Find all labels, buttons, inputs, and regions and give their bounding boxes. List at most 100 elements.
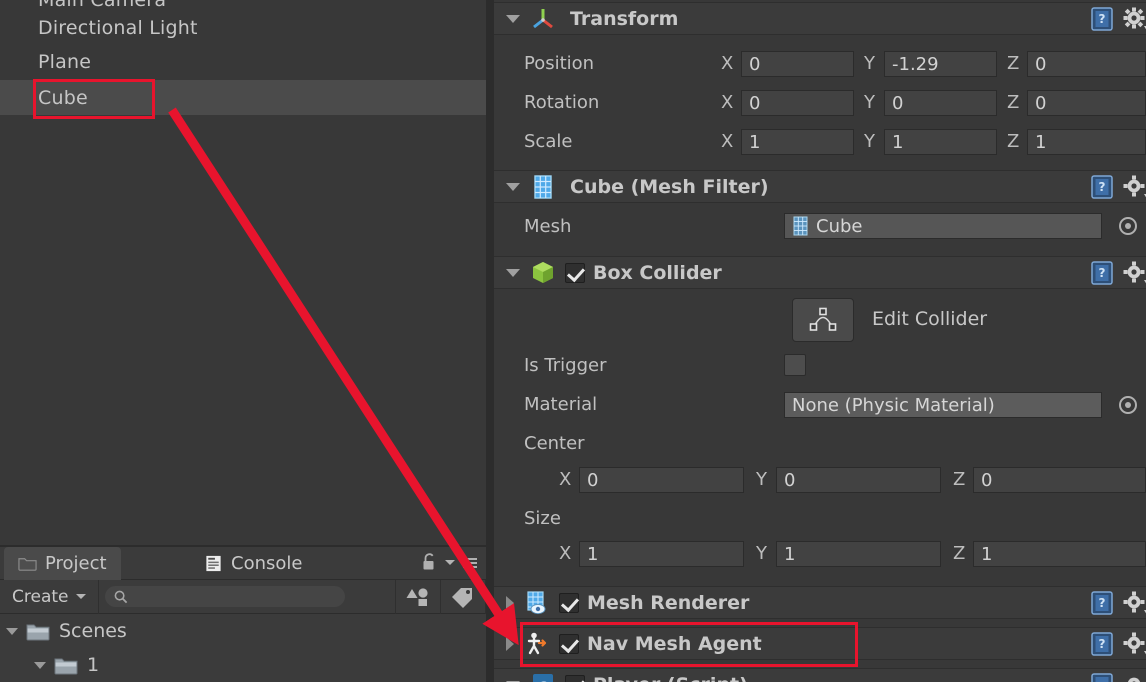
gear-icon[interactable] <box>1122 6 1146 32</box>
size-y-field[interactable]: 1 <box>776 541 941 567</box>
filter-by-label-button[interactable] <box>441 580 485 614</box>
axis-label-y: Y <box>864 131 875 152</box>
component-title: Box Collider <box>593 261 722 284</box>
svg-text:?: ? <box>1099 596 1106 610</box>
gear-icon[interactable] <box>1122 631 1146 657</box>
axis-label-y: Y <box>756 543 767 564</box>
hierarchy-item-directional-light[interactable]: Directional Light <box>0 10 486 45</box>
tab-console[interactable]: Console <box>190 547 316 580</box>
position-x-field[interactable]: 0 <box>741 51 854 77</box>
project-tree-item-1[interactable]: 1 <box>0 648 486 682</box>
axis-label-z: Z <box>1007 53 1020 74</box>
project-tab-bar: Project Console <box>0 547 486 580</box>
transform-scale-label: Scale <box>524 131 573 152</box>
search-input[interactable] <box>104 586 345 607</box>
mesh-filter-icon <box>793 216 808 236</box>
project-tree-item-scenes[interactable]: Scenes <box>0 614 486 648</box>
component-title: Transform <box>570 7 679 30</box>
component-header-mesh-renderer[interactable]: Mesh Renderer ? <box>494 586 1146 619</box>
component-header-transform[interactable]: Transform ? <box>494 2 1146 35</box>
center-y-field[interactable]: 0 <box>776 467 941 493</box>
help-book-icon[interactable]: ? <box>1090 260 1116 286</box>
svg-text:?: ? <box>1099 12 1106 26</box>
position-y-field[interactable]: -1.29 <box>884 51 997 77</box>
create-button[interactable]: Create <box>0 579 99 614</box>
edit-collider-label: Edit Collider <box>872 308 988 330</box>
component-header-actions: ? <box>1090 590 1146 616</box>
rotation-z-field[interactable]: 0 <box>1027 90 1146 116</box>
scale-y-field[interactable]: 1 <box>884 129 997 155</box>
is-trigger-checkbox[interactable] <box>784 354 806 376</box>
folder-icon <box>54 658 78 675</box>
object-picker-icon[interactable] <box>1119 217 1137 235</box>
help-book-icon[interactable] <box>1090 672 1116 682</box>
material-object-field[interactable]: None (Physic Material) <box>784 392 1102 418</box>
player-script-enabled-checkbox[interactable] <box>565 674 585 682</box>
component-header-actions: ? <box>1090 174 1146 200</box>
project-tree-item-label: 1 <box>87 654 100 676</box>
cube-hierarchy-highlight <box>33 79 155 119</box>
position-z-field[interactable]: 0 <box>1027 51 1146 77</box>
mesh-renderer-enabled-checkbox[interactable] <box>559 592 579 613</box>
axis-label-x: X <box>559 469 572 490</box>
gear-icon[interactable] <box>1122 590 1146 616</box>
center-x-field[interactable]: 0 <box>579 467 744 493</box>
lock-icon[interactable] <box>421 553 438 572</box>
search-field[interactable] <box>104 586 345 607</box>
object-picker-icon[interactable] <box>1119 396 1137 414</box>
rotation-x-field[interactable]: 0 <box>741 90 854 116</box>
axis-label-y: Y <box>864 53 875 74</box>
panel-splitter[interactable] <box>486 0 494 682</box>
transform-position-label: Position <box>524 53 595 74</box>
size-x-field[interactable]: 1 <box>579 541 744 567</box>
mesh-renderer-icon <box>527 590 546 614</box>
project-tree: Scenes 1 <box>0 614 486 682</box>
transform-axis-icon <box>533 8 553 28</box>
box-collider-icon <box>533 261 553 283</box>
component-header-actions: ? <box>1090 260 1146 286</box>
component-header-box-collider[interactable]: Box Collider ? <box>494 256 1146 289</box>
size-z-field[interactable]: 1 <box>973 541 1146 567</box>
tab-project[interactable]: Project <box>4 547 121 580</box>
foldout-arrow-icon[interactable] <box>506 268 520 277</box>
help-book-icon[interactable]: ? <box>1090 174 1116 200</box>
tag-filter-icon <box>452 587 472 608</box>
help-book-icon[interactable]: ? <box>1090 590 1116 616</box>
svg-text:?: ? <box>1099 266 1106 280</box>
component-title: Mesh Renderer <box>587 591 750 614</box>
rotation-y-field[interactable]: 0 <box>884 90 997 116</box>
tab-bar-controls <box>421 553 478 572</box>
edit-collider-button[interactable] <box>792 298 854 342</box>
hierarchy-item-label: Directional Light <box>38 16 198 39</box>
help-book-icon[interactable]: ? <box>1090 631 1116 657</box>
hamburger-menu-icon[interactable] <box>462 556 478 570</box>
mesh-object-field[interactable]: Cube <box>784 213 1102 239</box>
foldout-arrow-icon[interactable] <box>506 14 520 23</box>
help-book-icon[interactable]: ? <box>1090 6 1116 32</box>
tab-label: Console <box>231 553 303 574</box>
size-label: Size <box>524 508 561 529</box>
foldout-arrow-icon[interactable] <box>34 661 46 669</box>
filter-by-type-button[interactable] <box>396 580 440 614</box>
axis-label-z: Z <box>953 469 966 490</box>
inspector-panel: Transform ? Position X 0 Y -1.29 Z 0 Rot… <box>494 0 1146 682</box>
foldout-arrow-icon[interactable] <box>506 636 514 651</box>
foldout-arrow-icon[interactable] <box>6 627 18 635</box>
box-collider-enabled-checkbox[interactable] <box>565 262 585 283</box>
foldout-arrow-icon[interactable] <box>506 595 514 610</box>
chevron-down-icon <box>75 594 86 599</box>
component-title: Player (Script) <box>593 674 748 682</box>
gear-icon[interactable] <box>1122 672 1146 682</box>
gear-icon[interactable] <box>1122 260 1146 286</box>
chevron-down-icon[interactable] <box>445 560 455 565</box>
scale-z-field[interactable]: 1 <box>1027 129 1146 155</box>
component-title: Cube (Mesh Filter) <box>570 175 769 198</box>
component-header-player-script[interactable]: c Player (Script) <box>494 668 1146 682</box>
component-header-mesh-filter[interactable]: Cube (Mesh Filter) ? <box>494 170 1146 203</box>
hierarchy-item-plane[interactable]: Plane <box>0 44 486 79</box>
foldout-arrow-icon[interactable] <box>506 182 520 191</box>
center-z-field[interactable]: 0 <box>973 467 1146 493</box>
center-label: Center <box>524 433 585 454</box>
scale-x-field[interactable]: 1 <box>741 129 854 155</box>
gear-icon[interactable] <box>1122 174 1146 200</box>
